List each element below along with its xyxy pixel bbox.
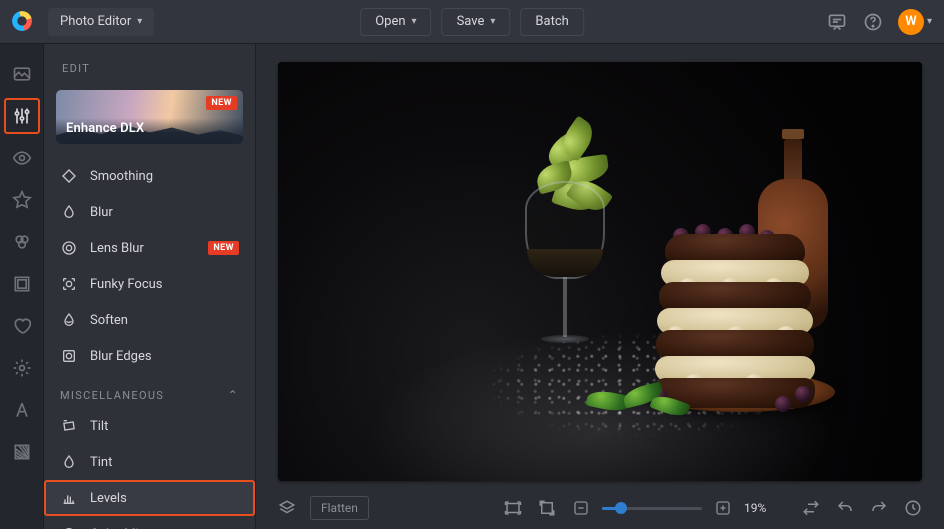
rail-star-icon[interactable] [10, 188, 34, 212]
canvas-area: Flatten [256, 44, 944, 529]
zoom-slider[interactable] [602, 501, 702, 515]
zoom-controls: 19% [572, 499, 786, 517]
left-rail [0, 44, 44, 529]
comments-icon[interactable] [826, 11, 848, 33]
soften-icon [60, 311, 78, 329]
tool-tint[interactable]: Tint [44, 444, 255, 480]
diamond-icon [60, 167, 78, 185]
edges-icon [60, 347, 78, 365]
chevron-down-icon: ▾ [412, 16, 417, 27]
history-icon[interactable] [904, 499, 922, 517]
app-logo [12, 11, 34, 33]
enhance-card[interactable]: NEW Enhance DLX [56, 90, 243, 144]
rail-sliders-icon[interactable] [10, 104, 34, 128]
compare-icon[interactable] [802, 499, 820, 517]
account-menu[interactable]: W ▾ [898, 9, 932, 35]
chevron-up-icon: ⌃ [228, 388, 239, 402]
photo-glass [497, 121, 617, 361]
rail-heart-icon[interactable] [10, 314, 34, 338]
chevron-down-icon: ▾ [137, 16, 142, 27]
tool-soften[interactable]: Soften [44, 302, 255, 338]
rail-highlight [4, 98, 40, 134]
canvas[interactable] [278, 62, 922, 481]
group-miscellaneous[interactable]: MISCELLANEOUS ⌃ [44, 374, 255, 408]
focus-icon [60, 275, 78, 293]
drop-icon [60, 203, 78, 221]
zoom-percent: 19% [744, 501, 786, 515]
open-button[interactable]: Open▾ [360, 8, 431, 36]
edit-sidebar: EDIT NEW Enhance DLX Smoothing Blur Lens… [44, 44, 256, 529]
chevron-down-icon: ▾ [927, 16, 932, 27]
batch-button[interactable]: Batch [520, 8, 583, 36]
tool-tilt[interactable]: Tilt [44, 408, 255, 444]
rail-frame-icon[interactable] [10, 272, 34, 296]
top-center-actions: Open▾ Save▾ Batch [360, 8, 584, 36]
tool-blur[interactable]: Blur [44, 194, 255, 230]
save-button[interactable]: Save▾ [442, 8, 511, 36]
rail-effects-icon[interactable] [10, 230, 34, 254]
tilt-icon [60, 417, 78, 435]
top-right: W ▾ [826, 9, 932, 35]
tool-levels[interactable]: Levels [44, 480, 255, 516]
rail-text-icon[interactable] [10, 398, 34, 422]
photo-basil [587, 380, 707, 420]
avatar: W [898, 9, 924, 35]
levels-icon [60, 489, 78, 507]
zoom-in-icon[interactable] [714, 499, 732, 517]
rail-eye-icon[interactable] [10, 146, 34, 170]
topbar: Photo Editor ▾ Open▾ Save▾ Batch W ▾ [0, 0, 944, 44]
chevron-down-icon: ▾ [490, 16, 495, 27]
sidebar-title: EDIT [44, 44, 255, 85]
bottombar: Flatten [256, 487, 944, 529]
rail-texture-icon[interactable] [10, 440, 34, 464]
help-icon[interactable] [862, 11, 884, 33]
tool-list: Smoothing Blur Lens Blur NEW Funky Focus… [44, 158, 255, 374]
actual-size-icon[interactable] [538, 499, 556, 517]
tool-color-mixer[interactable]: Color Mixer [44, 516, 255, 529]
enhance-label: Enhance DLX [66, 121, 144, 136]
new-badge: NEW [208, 241, 239, 255]
tool-funky-focus[interactable]: Funky Focus [44, 266, 255, 302]
flatten-button[interactable]: Flatten [310, 496, 369, 520]
mode-label: Photo Editor [60, 14, 131, 29]
rail-image-icon[interactable] [10, 62, 34, 86]
new-badge: NEW [206, 96, 237, 110]
mode-selector[interactable]: Photo Editor ▾ [48, 8, 154, 36]
layers-icon[interactable] [278, 499, 296, 517]
tint-icon [60, 453, 78, 471]
redo-icon[interactable] [870, 499, 888, 517]
color-mixer-icon [60, 525, 78, 529]
zoom-out-icon[interactable] [572, 499, 590, 517]
aperture-icon [60, 239, 78, 257]
tool-blur-edges[interactable]: Blur Edges [44, 338, 255, 374]
misc-list: Tilt Tint Levels Color Mixer [44, 408, 255, 529]
tool-smoothing[interactable]: Smoothing [44, 158, 255, 194]
fit-screen-icon[interactable] [504, 499, 522, 517]
undo-icon[interactable] [836, 499, 854, 517]
tool-lens-blur[interactable]: Lens Blur NEW [44, 230, 255, 266]
rail-gear-icon[interactable] [10, 356, 34, 380]
